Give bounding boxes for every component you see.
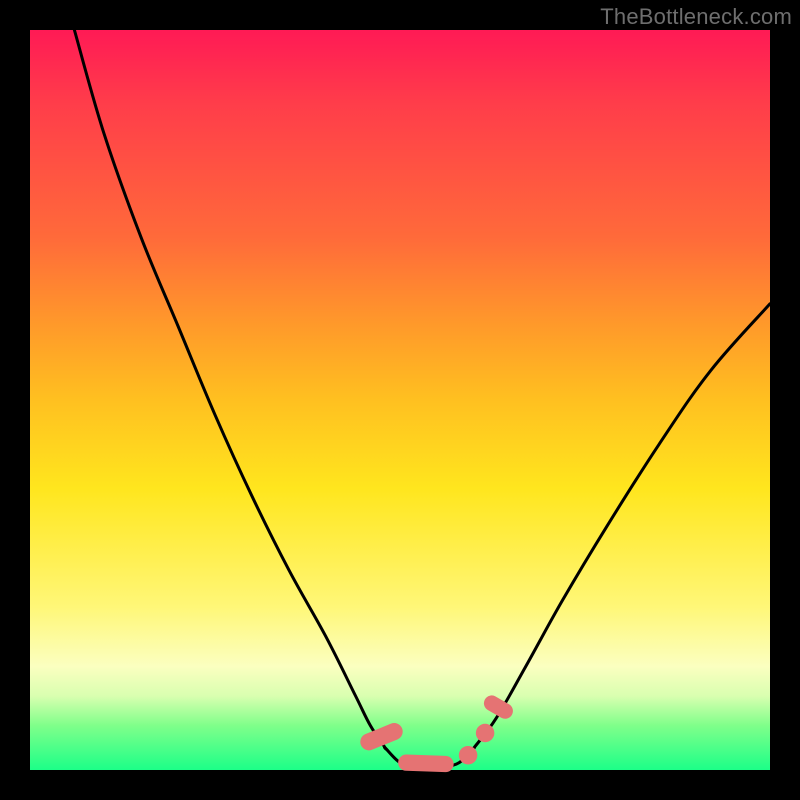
curve-path [74, 30, 770, 767]
curve-marker-pill [398, 754, 454, 772]
plot-area [30, 30, 770, 770]
curve-marker-dot [459, 746, 478, 765]
curve-marker-pill [358, 720, 406, 752]
bottleneck-curve [30, 30, 770, 770]
watermark-text: TheBottleneck.com [600, 4, 792, 30]
curve-marker-dot [476, 724, 495, 743]
chart-frame: TheBottleneck.com [0, 0, 800, 800]
